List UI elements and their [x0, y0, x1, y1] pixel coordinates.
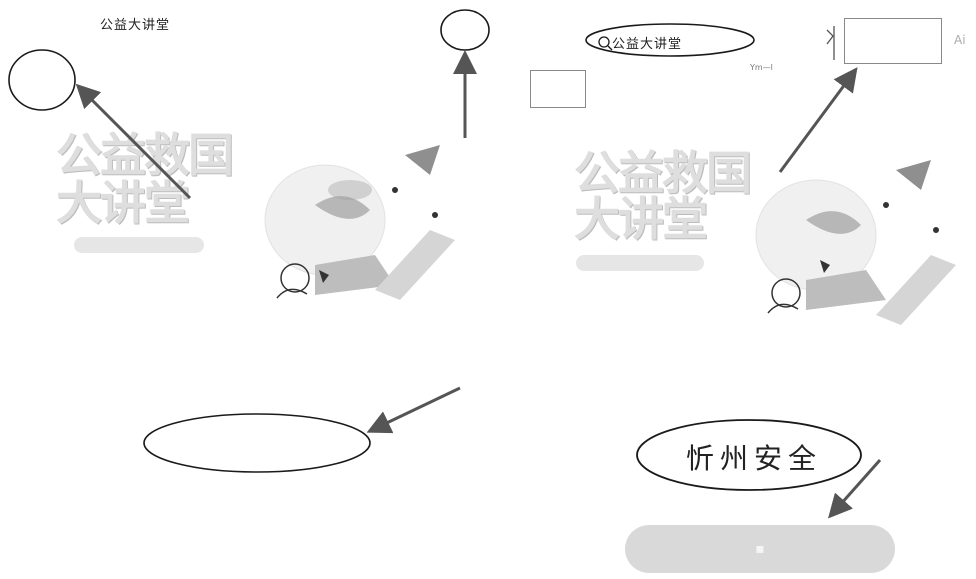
page-title: 公益大讲堂 — [100, 18, 171, 33]
corner-text: Ai — [954, 33, 966, 47]
confirm-button[interactable]: ▪ — [625, 525, 895, 573]
banner-title-line1: 公益救国 — [574, 146, 752, 200]
tiny-label: Ym—l — [750, 63, 773, 72]
annotation-label: 忻州安全 — [686, 442, 823, 475]
banner-subtitle-pill — [576, 255, 704, 271]
banner-illustration — [264, 145, 455, 300]
rect-placeholder-top — [844, 18, 942, 64]
banner-title-line1: 公益救国 — [56, 128, 234, 182]
banner-subtitle-pill — [74, 237, 204, 253]
banner-illustration — [755, 160, 956, 325]
right-screen: 公益大讲堂 Ym—l 公益救国 大讲堂 — [488, 0, 976, 579]
left-screen: 公益大讲堂 公益救国 大讲堂 — [0, 0, 488, 579]
search-label: 公益大讲堂 — [612, 37, 683, 52]
banner-title-line2: 大讲堂 — [574, 192, 708, 246]
banner-title-line2: 大讲堂 — [56, 176, 190, 230]
rect-placeholder-left — [530, 70, 586, 108]
